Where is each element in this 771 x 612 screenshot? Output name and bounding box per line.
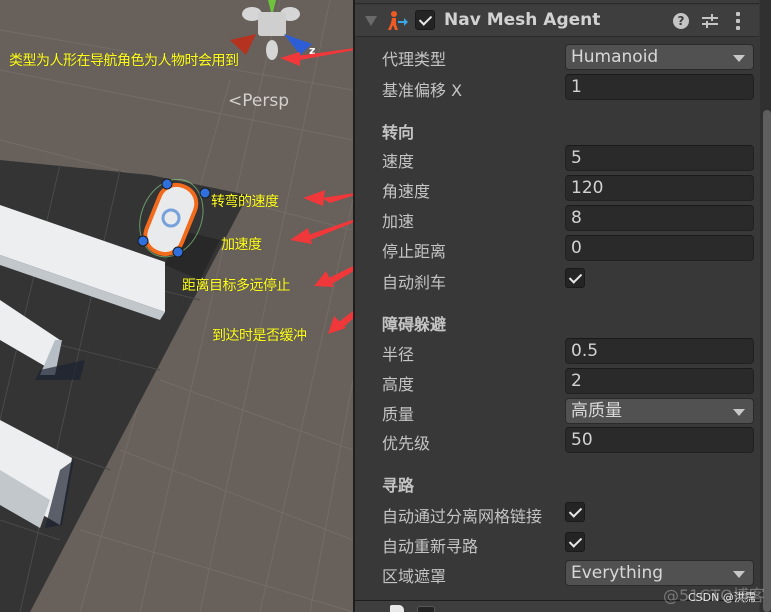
scene-view[interactable]: z 类型为人形在导航角色为人物时会用到 转弯的速度 加速度 距离目标多远停止 到… — [0, 0, 353, 612]
steering-section-title: 转向 — [382, 123, 415, 142]
dropdown-arrow-icon — [733, 55, 745, 62]
component-header[interactable]: Nav Mesh Agent ? — [355, 5, 759, 37]
priority-field[interactable]: 50 — [565, 427, 754, 453]
agent-type-value: Humanoid — [571, 47, 659, 67]
stopping-distance-label: 停止距离 — [382, 242, 447, 261]
auto-traverse-offmesh-checkbox[interactable] — [565, 502, 585, 522]
component-enabled-checkbox[interactable] — [415, 10, 435, 30]
perspective-toggle[interactable]: <Persp — [228, 91, 289, 111]
annotation-auto-braking: 到达时是否缓冲 — [212, 328, 307, 344]
auto-traverse-offmesh-label: 自动通过分离网格链接 — [382, 507, 543, 526]
nav-mesh-agent-icon — [388, 11, 408, 30]
previous-component-edge — [355, 0, 759, 4]
angular-speed-label: 角速度 — [382, 182, 431, 201]
presets-icon[interactable] — [701, 13, 719, 29]
speed-field[interactable]: 5 — [565, 145, 754, 171]
handle-dot — [199, 187, 211, 199]
quality-dropdown[interactable]: 高质量 — [565, 398, 754, 424]
inspector-scrollbar[interactable] — [760, 0, 771, 612]
auto-repath-checkbox[interactable] — [565, 532, 585, 552]
handle-dot — [161, 178, 173, 190]
scene-canvas[interactable]: z — [0, 0, 353, 612]
height-field[interactable]: 2 — [565, 368, 754, 394]
annotation-stopping-distance: 距离目标多远停止 — [182, 278, 291, 294]
dropdown-arrow-icon — [733, 571, 745, 578]
obstacle-avoidance-section-title: 障碍躲避 — [382, 315, 447, 334]
component-title: Nav Mesh Agent — [444, 10, 601, 30]
help-icon[interactable]: ? — [673, 13, 689, 29]
watermark-csdn: CSDN @洪霈 — [688, 591, 756, 604]
orientation-gizmo[interactable]: z — [230, 0, 315, 60]
angular-speed-field[interactable]: 120 — [565, 175, 754, 201]
acceleration-field[interactable]: 8 — [565, 205, 754, 231]
speed-label: 速度 — [382, 152, 415, 171]
auto-braking-checkbox[interactable] — [565, 268, 585, 288]
radius-label: 半径 — [382, 345, 415, 364]
base-offset-field[interactable]: 1 — [565, 74, 754, 100]
pathfinding-section-title: 寻路 — [382, 476, 415, 495]
agent-type-dropdown[interactable]: Humanoid — [565, 44, 754, 70]
radius-field[interactable]: 0.5 — [565, 338, 754, 364]
quality-label: 质量 — [382, 405, 415, 424]
inspector-panel: Nav Mesh Agent ? 代理类型 Humanoid 基准偏移 X 1 … — [353, 0, 771, 612]
stopping-distance-field[interactable]: 0 — [565, 235, 754, 261]
priority-label: 优先级 — [382, 434, 431, 453]
area-mask-value: Everything — [571, 563, 664, 583]
next-component-checkbox[interactable] — [417, 606, 435, 612]
foldout-arrow-icon[interactable] — [365, 16, 377, 26]
annotation-agent-type: 类型为人形在导航角色为人物时会用到 — [9, 53, 239, 69]
handle-dot — [172, 246, 184, 258]
auto-repath-label: 自动重新寻路 — [382, 537, 479, 556]
handle-dot — [137, 235, 149, 247]
annotation-angular-speed: 转弯的速度 — [211, 194, 279, 210]
area-mask-label: 区域遮罩 — [382, 567, 447, 586]
more-options-icon[interactable] — [735, 12, 741, 30]
agent-type-label: 代理类型 — [382, 50, 447, 69]
annotation-acceleration: 加速度 — [221, 237, 262, 253]
annotation-arrows — [280, 48, 353, 334]
base-offset-label: 基准偏移 X — [382, 81, 463, 100]
scrollbar-thumb[interactable] — [763, 110, 771, 612]
dropdown-arrow-icon — [733, 409, 745, 416]
quality-value: 高质量 — [571, 401, 622, 421]
height-label: 高度 — [382, 375, 415, 394]
auto-braking-label: 自动刹车 — [382, 273, 447, 292]
script-icon — [390, 605, 404, 612]
acceleration-label: 加速 — [382, 212, 415, 231]
